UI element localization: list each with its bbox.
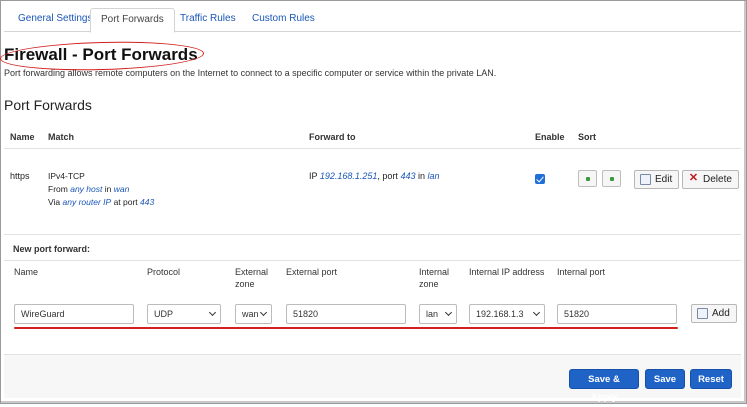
col-header-match: Match: [48, 132, 75, 142]
internal-ip-select[interactable]: 192.168.1.3: [469, 304, 545, 324]
add-button[interactable]: Add: [691, 304, 737, 323]
rule-name: https: [10, 171, 30, 181]
rule-protocol: IPv4-TCP: [48, 171, 85, 181]
external-port-input[interactable]: 51820: [286, 304, 406, 324]
rule-forward-to: IP 192.168.1.251, port 443 in lan: [309, 171, 440, 181]
delete-icon: ✕: [688, 172, 699, 184]
new-forward-divider: [4, 260, 741, 261]
name-input[interactable]: WireGuard: [14, 304, 134, 324]
add-icon: [697, 308, 708, 319]
page-description: Port forwarding allows remote computers …: [4, 68, 497, 78]
label-internal-ip: Internal IP address: [469, 267, 545, 277]
tab-port-forwards[interactable]: Port Forwards: [90, 8, 175, 33]
reset-button[interactable]: Reset: [690, 369, 732, 389]
new-forward-heading: New port forward:: [13, 244, 91, 254]
label-name: Name: [14, 267, 39, 277]
col-header-enable: Enable: [535, 132, 565, 142]
internal-port-input[interactable]: 51820: [557, 304, 677, 324]
chevron-down-icon: [208, 308, 217, 317]
new-forward-header: New port forward:: [4, 234, 741, 260]
tab-general-settings[interactable]: General Settings: [8, 8, 103, 32]
rule-via: Via any router IP at port 443: [48, 197, 155, 207]
label-internal-zone: Internal zone: [419, 267, 450, 289]
edit-icon: [640, 174, 651, 185]
sort-up-button[interactable]: [578, 170, 597, 187]
delete-button[interactable]: ✕ Delete: [682, 170, 739, 189]
tab-traffic-rules[interactable]: Traffic Rules: [170, 8, 246, 32]
internal-zone-select[interactable]: lan: [419, 304, 457, 324]
protocol-select[interactable]: UDP: [147, 304, 221, 324]
rule-match: IPv4-TCP From any host in wan Via any ro…: [48, 170, 154, 209]
annotation-underline: [14, 327, 678, 329]
tab-bar: General Settings Port Forwards Traffic R…: [4, 6, 741, 33]
tab-custom-rules[interactable]: Custom Rules: [242, 8, 325, 32]
chevron-down-icon: [444, 308, 453, 317]
col-header-name: Name: [10, 132, 35, 142]
sort-down-button[interactable]: [602, 170, 621, 187]
header-divider: [4, 148, 741, 149]
label-internal-port: Internal port: [557, 267, 606, 277]
save-button[interactable]: Save: [645, 369, 685, 389]
label-external-zone: External zone: [235, 267, 269, 289]
edit-button[interactable]: Edit: [634, 170, 680, 189]
label-protocol: Protocol: [147, 267, 181, 277]
chevron-down-icon: [532, 308, 541, 317]
label-external-port: External port: [286, 267, 338, 277]
col-header-forward-to: Forward to: [309, 132, 356, 142]
rule-from: From any host in wan: [48, 184, 130, 194]
col-header-sort: Sort: [578, 132, 596, 142]
save-apply-button[interactable]: Save & Apply: [569, 369, 639, 403]
enable-checkbox[interactable]: [535, 174, 545, 184]
section-title: Port Forwards: [4, 97, 92, 113]
chevron-down-icon: [259, 308, 268, 317]
external-zone-select[interactable]: wan: [235, 304, 272, 324]
